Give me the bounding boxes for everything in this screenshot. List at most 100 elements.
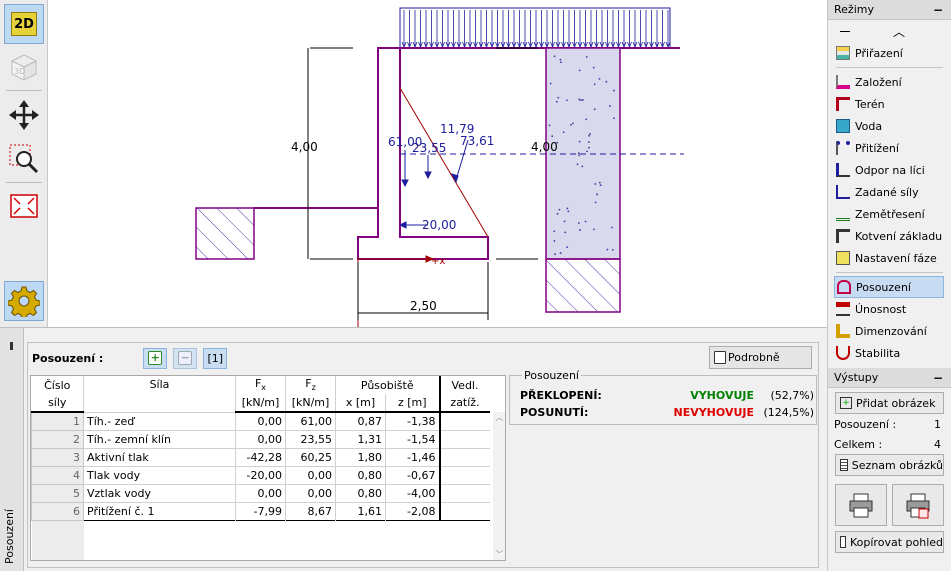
pan-button[interactable] [4, 95, 44, 135]
hatched-block-left [195, 207, 255, 260]
settings-button[interactable] [4, 281, 44, 321]
remove-verification-button[interactable]: − [173, 347, 198, 369]
table-scrollbar[interactable]: ︿ ﹀ [493, 412, 505, 560]
verification-frame: Posouzení : + − [1] Podrobně Číslo Síla [27, 342, 819, 568]
magnifier-document-icon [714, 351, 726, 364]
surcharge-icon [836, 141, 850, 155]
cell-fz: 8,67 [285, 501, 336, 520]
move-arrows-icon [9, 100, 39, 130]
mode-dimenzovani[interactable]: Dimenzování [828, 320, 951, 342]
print-button[interactable] [835, 484, 887, 526]
mode-prirazeni[interactable]: Přiřazení [828, 42, 951, 64]
view-3d-button[interactable]: 3D [4, 47, 44, 87]
mode-teren[interactable]: Terén [828, 93, 951, 115]
anchor-icon [836, 229, 850, 243]
scroll-down-icon[interactable]: ﹀ [493, 549, 505, 560]
cell-x: 1,31 [335, 429, 386, 448]
cell-vedl [438, 465, 490, 484]
result-status: VYHOVUJE [690, 389, 754, 402]
copy-view-icon [840, 536, 846, 548]
col-header-unit-fx: [kN/m] [235, 394, 286, 413]
zoom-window-button[interactable] [4, 138, 44, 178]
col-header-z: z [m] [385, 394, 440, 413]
view-2d-button[interactable]: 2D [4, 4, 44, 44]
table-row[interactable]: 1 Tíh.- zeď 0,00 61,00 0,87 -1,38 [31, 411, 490, 431]
mode-odpor-na-lici[interactable]: Odpor na líci [828, 159, 951, 181]
pin-icon[interactable] [10, 342, 13, 350]
cell-fz: 0,00 [285, 483, 336, 502]
cell-fx: 0,00 [235, 429, 286, 448]
side-tab-posouzeni[interactable]: Posouzení [0, 328, 24, 571]
add-image-icon: + [840, 397, 852, 409]
view-3d-icon: 3D [10, 54, 38, 81]
mode-zadane-sily[interactable]: Zadané síly [828, 181, 951, 203]
outputs-title: Výstupy [834, 371, 879, 384]
verification-toolbar: Posouzení : + − [1] Podrobně [28, 343, 818, 373]
dim-base-width: 2,50 [410, 299, 437, 313]
mode-kotveni-zakladu[interactable]: Kotvení základu [828, 225, 951, 247]
collapse-icon[interactable]: − [933, 3, 943, 17]
list-images-button[interactable]: Seznam obrázků [835, 454, 944, 476]
cell-no: 2 [31, 429, 84, 449]
verification-icon [837, 280, 851, 294]
results-area [509, 427, 817, 563]
axis-x-label: +x [431, 256, 445, 267]
mode-zalozeni[interactable]: Založení [828, 71, 951, 93]
cell-z: -1,54 [385, 429, 440, 448]
results-box: Posouzení PŘEKLOPENÍ: VYHOVUJE (52,7%) P… [509, 369, 817, 425]
surcharge-load [399, 7, 671, 49]
result-status: NEVYHOVUJE [673, 406, 754, 419]
mode-voda[interactable]: Voda [828, 115, 951, 137]
detail-button[interactable]: Podrobně [709, 346, 812, 369]
results-title: Posouzení [522, 369, 581, 382]
add-image-button[interactable]: + Přidat obrázek [835, 392, 944, 414]
modes-header[interactable]: Režimy − [828, 0, 951, 20]
mode-unosnost[interactable]: Únosnost [828, 298, 951, 320]
right-panel: Režimy − ︿ Přiřazení Založení Terén Voda… [827, 0, 951, 571]
col-header-pusobiste: Působiště [335, 376, 440, 394]
table-row[interactable]: 4 Tlak vody -20,00 0,00 0,80 -0,67 [31, 465, 490, 485]
foundation-icon [836, 75, 850, 89]
print-preview-icon [906, 493, 930, 519]
cell-no: 4 [31, 465, 84, 485]
cell-vedl [438, 483, 490, 502]
earthquake-icon [836, 207, 850, 221]
cell-fz: 23,55 [285, 429, 336, 448]
zoom-fit-button[interactable] [4, 186, 44, 226]
zoom-fit-icon [10, 194, 38, 218]
col-header-vedl-2: zatíž. [438, 394, 490, 413]
mode-zemetreseni[interactable]: Zemětřesení [828, 203, 951, 225]
cell-vedl [438, 501, 490, 520]
minus-line-icon [840, 30, 850, 32]
drawing-canvas[interactable]: 4,00 4,00 61,00 23,55 11,79 73,61 20,00 … [48, 0, 827, 327]
forces-table: Číslo Síla Fx Fz Působiště Vedl. síly [k… [30, 375, 506, 561]
table-row[interactable]: 3 Aktivní tlak -42,28 60,25 1,80 -1,46 [31, 447, 490, 467]
mode-nastaveni-faze[interactable]: Nastavení fáze [828, 247, 951, 269]
verification-number-tab[interactable]: [1] [203, 347, 228, 369]
copy-view-button[interactable]: Kopírovat pohled [835, 531, 944, 553]
cell-name: Přitížení č. 1 [83, 501, 236, 520]
applied-forces-icon [836, 185, 850, 199]
outputs-header[interactable]: Výstupy − [828, 368, 951, 388]
mode-posouzeni[interactable]: Posouzení [834, 276, 944, 298]
table-row[interactable]: 2 Tíh.- zemní klín 0,00 23,55 1,31 -1,54 [31, 429, 490, 449]
print-preview-button[interactable] [892, 484, 944, 526]
chevron-up-icon[interactable]: ︿ [893, 23, 905, 40]
zoom-window-icon [9, 144, 39, 174]
table-row[interactable]: 6 Přitížení č. 1 -7,99 8,67 1,61 -2,08 [31, 501, 490, 521]
stability-icon [836, 346, 850, 360]
svg-text:3D: 3D [14, 67, 25, 76]
add-verification-button[interactable]: + [143, 347, 168, 369]
plus-icon: + [148, 351, 163, 365]
mode-stabilita[interactable]: Stabilita [828, 342, 951, 364]
bearing-icon [836, 302, 850, 316]
bottom-panel: Posouzení Posouzení : + − [1] Podrobně Č… [0, 327, 827, 571]
cell-x: 0,80 [335, 483, 386, 502]
scroll-up-icon[interactable]: ︿ [493, 412, 505, 423]
table-header-row: Číslo Síla Fx Fz Působiště Vedl. [31, 376, 490, 412]
cell-no: 6 [31, 501, 84, 521]
collapse-icon[interactable]: − [933, 371, 943, 385]
minus-icon: − [178, 351, 193, 365]
mode-pritizeni[interactable]: Přitížení [828, 137, 951, 159]
table-row[interactable]: 5 Vztlak vody 0,00 0,00 0,80 -4,00 [31, 483, 490, 503]
